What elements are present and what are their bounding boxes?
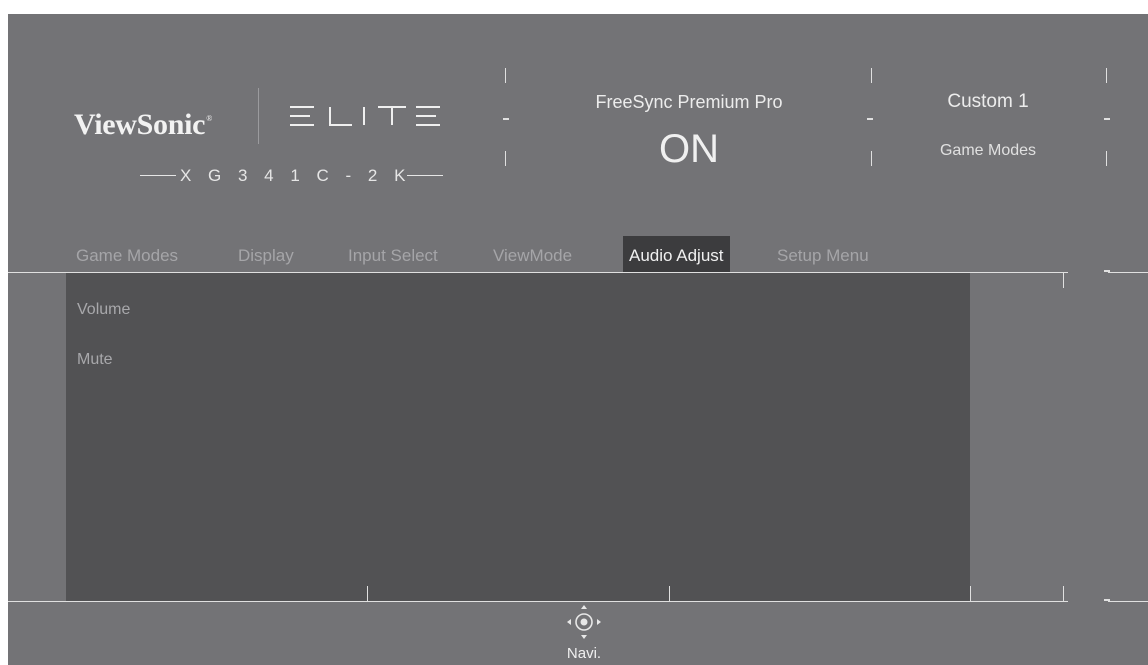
navi-label: Navi. bbox=[566, 645, 602, 662]
submenu-panel: Volume Mute bbox=[66, 273, 970, 601]
tab-audio-adjust[interactable]: Audio Adjust bbox=[623, 236, 730, 273]
registered-mark: ® bbox=[206, 114, 212, 123]
brand-name: ViewSonic bbox=[74, 108, 206, 141]
frame-tick bbox=[867, 118, 873, 120]
game-mode-value: Custom 1 bbox=[947, 91, 1029, 112]
tab-viewmode[interactable]: ViewMode bbox=[487, 236, 578, 273]
model-text: X G 3 4 1 C - 2 K bbox=[180, 166, 412, 185]
frame-tick bbox=[1104, 599, 1110, 601]
frame-tick bbox=[505, 68, 506, 83]
frame-tick bbox=[505, 151, 506, 166]
elite-logo bbox=[290, 106, 440, 126]
menu-bottom-rule bbox=[8, 601, 1068, 602]
menu-bottom-rule bbox=[1108, 601, 1148, 602]
tab-display[interactable]: Display bbox=[232, 236, 300, 273]
frame-tick bbox=[669, 586, 670, 601]
game-mode-label: Game Modes bbox=[939, 142, 1037, 159]
frame-tick bbox=[970, 586, 971, 601]
model-name: X G 3 4 1 C - 2 K bbox=[140, 166, 444, 186]
frame-tick bbox=[871, 68, 872, 83]
tab-game-modes[interactable]: Game Modes bbox=[70, 236, 184, 273]
joystick-navigation-icon bbox=[567, 605, 601, 639]
logo-divider bbox=[258, 88, 259, 144]
frame-tick bbox=[1106, 151, 1107, 166]
tab-setup-menu[interactable]: Setup Menu bbox=[771, 236, 875, 273]
menu-item-volume[interactable]: Volume bbox=[77, 301, 130, 319]
menu-top-rule bbox=[1108, 272, 1148, 273]
frame-tick bbox=[1063, 586, 1064, 601]
frame-tick bbox=[1106, 68, 1107, 83]
viewsonic-logo: ViewSonic® bbox=[74, 108, 212, 142]
tab-input-select[interactable]: Input Select bbox=[342, 236, 444, 273]
frame-tick bbox=[871, 151, 872, 166]
freesync-value: ON bbox=[659, 127, 719, 171]
osd-menu: ViewSonic® X G 3 4 1 C - 2 K FreeSync Pr… bbox=[8, 14, 1148, 665]
freesync-label: FreeSync Premium Pro bbox=[595, 92, 783, 112]
frame-tick bbox=[1104, 270, 1110, 272]
menu-item-mute[interactable]: Mute bbox=[77, 351, 113, 369]
frame-tick bbox=[503, 118, 509, 120]
frame-tick bbox=[1063, 272, 1064, 288]
main-menu-tabs: Game Modes Display Input Select ViewMode… bbox=[8, 236, 1148, 274]
frame-tick bbox=[1104, 118, 1110, 120]
frame-tick bbox=[367, 586, 368, 601]
